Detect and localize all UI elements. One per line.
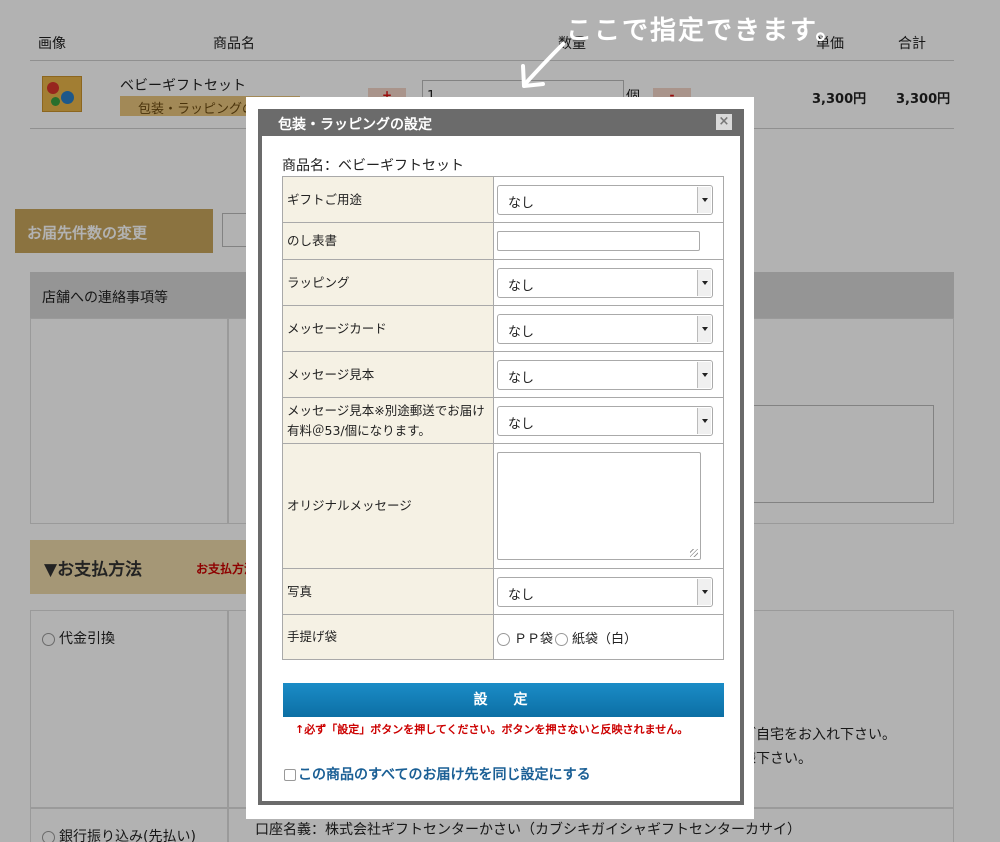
message-sample-select[interactable]: なし bbox=[497, 359, 713, 390]
photo-value: なし bbox=[508, 587, 535, 603]
dialog-title: 包装・ラッピングの設定 bbox=[262, 109, 740, 136]
annotation-text: ここで指定できます。 bbox=[566, 16, 844, 46]
submit-button[interactable]: 設 定 bbox=[283, 683, 724, 717]
message-card-label: メッセージカード bbox=[282, 305, 494, 352]
apply-all-checkbox[interactable] bbox=[284, 769, 296, 781]
row-wrapping: ラッピング なし bbox=[282, 259, 724, 306]
message-sample-mail-value: なし bbox=[508, 416, 535, 432]
chevron-down-icon bbox=[697, 186, 711, 213]
row-photo: 写真 なし bbox=[282, 568, 724, 615]
message-card-value: なし bbox=[508, 324, 535, 340]
submit-warning: ↑必ず「設定」ボタンを押してください。ボタンを押さないと反映されません。 bbox=[295, 723, 689, 736]
wrapping-value: なし bbox=[508, 278, 535, 294]
noshi-input[interactable] bbox=[497, 231, 700, 251]
original-message-textarea[interactable] bbox=[497, 452, 701, 560]
chevron-down-icon bbox=[697, 269, 711, 296]
noshi-label: のし表書 bbox=[282, 222, 494, 260]
row-gift-use: ギフトご用途 なし bbox=[282, 176, 724, 223]
row-original-message: オリジナルメッセージ bbox=[282, 443, 724, 569]
row-handbag: 手提げ袋 ＰＰ袋 紙袋（白） bbox=[282, 614, 724, 660]
photo-label: 写真 bbox=[282, 568, 494, 615]
wrapping-label: ラッピング bbox=[282, 259, 494, 306]
wrapping-select[interactable]: なし bbox=[497, 267, 713, 298]
handbag-options: ＰＰ袋 紙袋（白） bbox=[493, 614, 724, 660]
original-message-label: オリジナルメッセージ bbox=[282, 443, 494, 569]
dialog-product-name: 商品名：ベビーギフトセット bbox=[282, 158, 464, 174]
chevron-down-icon bbox=[697, 361, 711, 388]
message-sample-mail-label: メッセージ見本※別途郵送でお届け 有料＠53/個になります。 bbox=[282, 397, 494, 444]
chevron-down-icon bbox=[697, 315, 711, 342]
handbag-pp-radio[interactable] bbox=[497, 632, 510, 646]
photo-select[interactable]: なし bbox=[497, 576, 713, 607]
wrap-settings-table: ギフトご用途 なし のし表書 ラッピング なし メッセージカード なし メッセー… bbox=[282, 176, 724, 660]
handbag-paper-label: 紙袋（白） bbox=[572, 631, 638, 647]
handbag-label: 手提げ袋 bbox=[282, 614, 494, 660]
row-message-sample: メッセージ見本 なし bbox=[282, 351, 724, 398]
wrap-settings-dialog: 包装・ラッピングの設定 × 商品名：ベビーギフトセット ギフトご用途 なし のし… bbox=[246, 97, 754, 819]
message-sample-mail-select[interactable]: なし bbox=[497, 405, 713, 436]
handbag-paper-radio[interactable] bbox=[555, 632, 569, 646]
dialog-frame: 包装・ラッピングの設定 × 商品名：ベビーギフトセット ギフトご用途 なし のし… bbox=[258, 109, 744, 805]
message-sample-value: なし bbox=[508, 370, 535, 386]
gift-use-select[interactable]: なし bbox=[497, 184, 713, 215]
gift-use-label: ギフトご用途 bbox=[282, 176, 494, 223]
gift-use-value: なし bbox=[508, 195, 535, 211]
close-icon[interactable]: × bbox=[716, 114, 732, 130]
apply-all-label[interactable]: この商品のすべてのお届け先を同じ設定にする bbox=[298, 767, 591, 783]
label-line: 有料＠53/個になります。 bbox=[287, 422, 431, 438]
message-card-select[interactable]: なし bbox=[497, 313, 713, 344]
chevron-down-icon bbox=[697, 407, 711, 434]
pointer-arrow-icon bbox=[521, 42, 565, 88]
row-noshi: のし表書 bbox=[282, 222, 724, 260]
label-line: メッセージ見本※別途郵送でお届け bbox=[287, 402, 485, 418]
message-sample-label: メッセージ見本 bbox=[282, 351, 494, 398]
row-message-card: メッセージカード なし bbox=[282, 305, 724, 352]
apply-all-option[interactable]: この商品のすべてのお届け先を同じ設定にする bbox=[284, 764, 591, 784]
chevron-down-icon bbox=[697, 578, 711, 605]
row-message-sample-mail: メッセージ見本※別途郵送でお届け 有料＠53/個になります。 なし bbox=[282, 397, 724, 444]
handbag-pp-label: ＰＰ袋 bbox=[514, 631, 554, 647]
